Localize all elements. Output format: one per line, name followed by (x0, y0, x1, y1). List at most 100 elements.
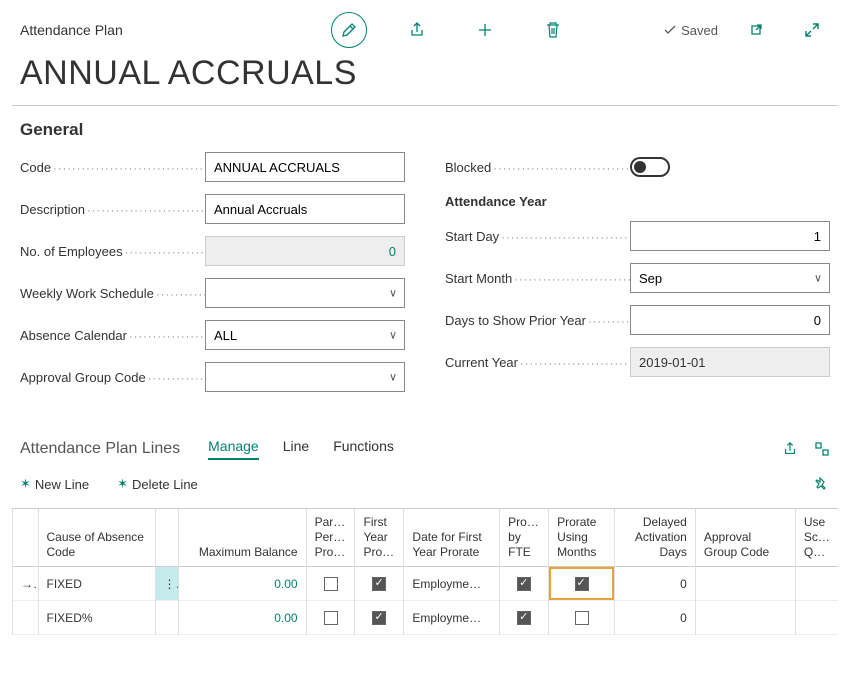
start-day-input[interactable] (630, 221, 830, 251)
calendar-select[interactable] (205, 320, 405, 350)
col-firstyear[interactable]: First Year Pror… (355, 509, 404, 567)
schedule-label: Weekly Work Schedule (20, 286, 205, 301)
pin-icon (814, 476, 830, 492)
lines-title: Attendance Plan Lines (20, 440, 180, 458)
description-label: Description (20, 202, 205, 217)
expand-icon (804, 22, 820, 38)
start-month-select[interactable] (630, 263, 830, 293)
page-title: ANNUAL ACCRUALS (0, 48, 850, 105)
col-cause[interactable]: Cause of Absence Code (38, 509, 155, 567)
employees-field[interactable] (205, 236, 405, 266)
popout-button[interactable] (738, 12, 774, 48)
tab-manage[interactable]: Manage (208, 438, 259, 460)
row-menu-button[interactable] (155, 601, 178, 635)
col-usesch[interactable]: Use Sch… Qu… (795, 509, 838, 567)
general-left-col: Code Description No. of Employees Weekly… (20, 152, 405, 404)
cell-delayed[interactable]: 0 (615, 601, 696, 635)
share-icon (408, 21, 426, 39)
cell-byfte[interactable] (500, 601, 549, 635)
col-delayed[interactable]: Delayed Activation Days (615, 509, 696, 567)
table-row[interactable]: FIXED% 0.00 Employme… 0 (13, 601, 839, 635)
row-indicator (13, 601, 39, 635)
start-month-label: Start Month (445, 271, 630, 286)
code-label: Code (20, 160, 205, 175)
col-selector (13, 509, 39, 567)
cell-approvalgc[interactable] (695, 567, 795, 601)
edit-button[interactable] (331, 12, 367, 48)
col-datefirst[interactable]: Date for First Year Prorate (404, 509, 500, 567)
cell-usemonths[interactable] (549, 601, 615, 635)
new-line-icon: ✶ (20, 476, 31, 492)
col-approvalgc[interactable]: Approval Group Code (695, 509, 795, 567)
general-right-col: Blocked Attendance Year Start Day Start … (445, 152, 830, 404)
employees-label: No. of Employees (20, 244, 205, 259)
blocked-label: Blocked (445, 160, 630, 175)
maximize-icon (814, 441, 830, 457)
expand-button[interactable] (794, 12, 830, 48)
cell-partperi[interactable] (306, 601, 355, 635)
grid-header-row: Cause of Absence Code Maximum Balance Pa… (13, 509, 839, 567)
schedule-select[interactable] (205, 278, 405, 308)
general-heading: General (0, 106, 850, 152)
cell-maxbal[interactable]: 0.00 (178, 567, 306, 601)
col-menu (155, 509, 178, 567)
description-input[interactable] (205, 194, 405, 224)
cell-partperi[interactable] (306, 567, 355, 601)
prior-year-input[interactable] (630, 305, 830, 335)
current-year-label: Current Year (445, 355, 630, 370)
approval-select[interactable] (205, 362, 405, 392)
cell-maxbal[interactable]: 0.00 (178, 601, 306, 635)
lines-header: Attendance Plan Lines Manage Line Functi… (0, 404, 850, 466)
attendance-year-heading: Attendance Year (445, 194, 830, 209)
new-button[interactable] (467, 12, 503, 48)
new-line-label: New Line (35, 477, 89, 492)
lines-tabs: Manage Line Functions (208, 438, 394, 460)
pin-button[interactable] (814, 476, 830, 492)
blocked-toggle[interactable] (630, 157, 670, 177)
tab-functions[interactable]: Functions (333, 438, 394, 460)
col-maxbal[interactable]: Maximum Balance (178, 509, 306, 567)
cell-usemonths[interactable] (549, 567, 615, 601)
breadcrumb[interactable]: Attendance Plan (20, 22, 123, 38)
start-day-label: Start Day (445, 229, 630, 244)
cell-firstyear[interactable] (355, 567, 404, 601)
delete-button[interactable] (535, 12, 571, 48)
approval-label: Approval Group Code (20, 370, 205, 385)
cell-cause[interactable]: FIXED (38, 567, 155, 601)
saved-label: Saved (681, 23, 718, 38)
check-icon (663, 23, 677, 37)
cell-datefirst[interactable]: Employme… (404, 601, 500, 635)
prior-year-label: Days to Show Prior Year (445, 313, 630, 328)
cell-byfte[interactable] (500, 567, 549, 601)
plus-icon (476, 21, 494, 39)
col-byfte[interactable]: Pror… by FTE (500, 509, 549, 567)
lines-toolbar: ✶ New Line ✶ Delete Line (0, 466, 850, 508)
tab-line[interactable]: Line (283, 438, 309, 460)
lines-icons (782, 441, 830, 457)
share-button[interactable] (399, 12, 435, 48)
delete-line-label: Delete Line (132, 477, 198, 492)
lines-grid: Cause of Absence Code Maximum Balance Pa… (12, 508, 838, 635)
cell-firstyear[interactable] (355, 601, 404, 635)
row-indicator: → (13, 567, 39, 601)
general-form: Code Description No. of Employees Weekly… (0, 152, 850, 404)
popout-icon (748, 22, 764, 38)
new-line-button[interactable]: ✶ New Line (20, 476, 89, 492)
lines-expand-button[interactable] (814, 441, 830, 457)
cell-delayed[interactable]: 0 (615, 567, 696, 601)
trash-icon (545, 21, 561, 39)
cell-cause[interactable]: FIXED% (38, 601, 155, 635)
code-input[interactable] (205, 152, 405, 182)
cell-usesch[interactable] (795, 567, 838, 601)
table-row[interactable]: →FIXED⋮0.00 Employme… 0 (13, 567, 839, 601)
lines-share-button[interactable] (782, 441, 798, 457)
col-partperi[interactable]: Part… Peri… Pror… (306, 509, 355, 567)
delete-line-button[interactable]: ✶ Delete Line (117, 476, 198, 492)
cell-usesch[interactable] (795, 601, 838, 635)
cell-datefirst[interactable]: Employme… (404, 567, 500, 601)
col-usemonths[interactable]: Prorate Using Months (549, 509, 615, 567)
share-icon (782, 441, 798, 457)
current-year-field (630, 347, 830, 377)
row-menu-button[interactable]: ⋮ (155, 567, 178, 601)
cell-approvalgc[interactable] (695, 601, 795, 635)
